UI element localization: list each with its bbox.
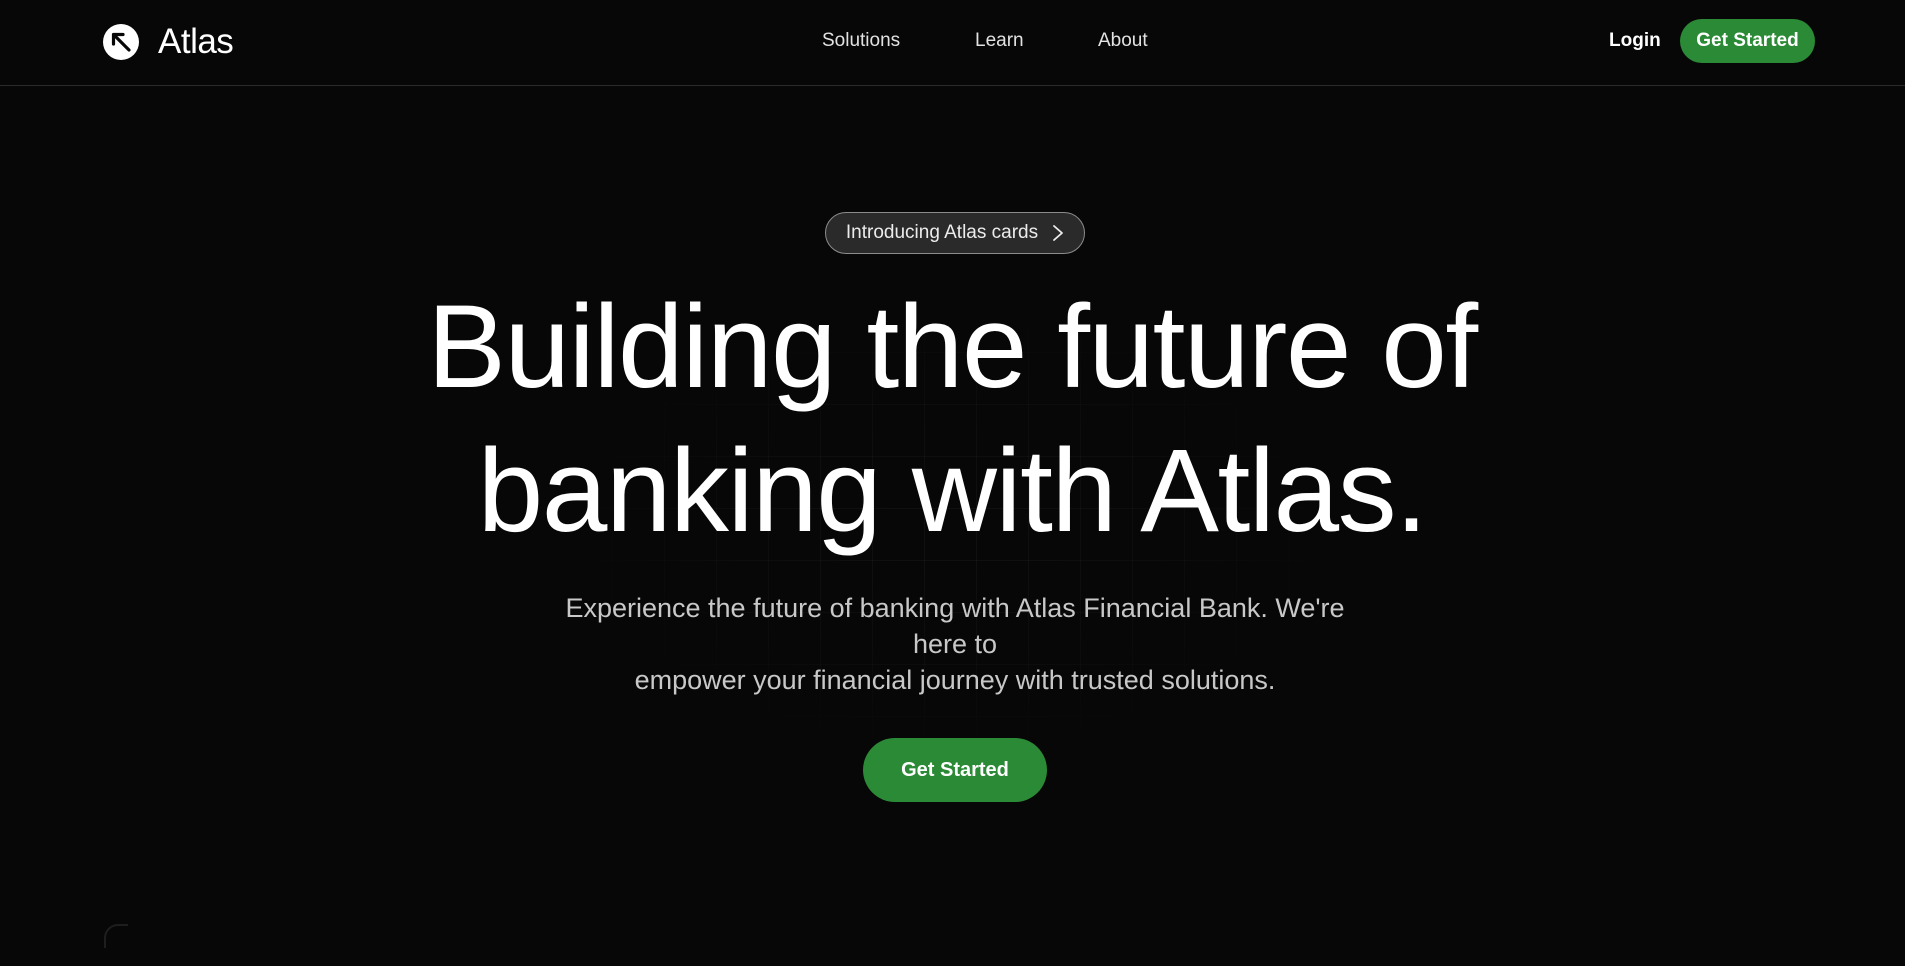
hero-subtitle-line-1: Experience the future of banking with At… xyxy=(565,593,1345,659)
hero-subtitle: Experience the future of banking with At… xyxy=(540,590,1370,698)
hero-get-started-button[interactable]: Get Started xyxy=(863,738,1047,802)
landing-page: Atlas Solutions Learn About Login Get St… xyxy=(0,0,1905,966)
announcement-label: Introducing Atlas cards xyxy=(845,222,1039,243)
hero-title-line-2: banking with Atlas. xyxy=(477,425,1428,557)
nav-item-about[interactable]: About xyxy=(1098,28,1148,54)
corner-decoration xyxy=(104,924,128,948)
login-link[interactable]: Login xyxy=(1609,28,1661,54)
chevron-right-icon xyxy=(1053,225,1064,241)
site-header: Atlas Solutions Learn About Login Get St… xyxy=(0,0,1905,86)
arrow-up-left-circle-icon xyxy=(103,24,139,60)
brand-name: Atlas xyxy=(158,22,234,61)
hero-title-line-1: Building the future of xyxy=(427,281,1478,413)
header-get-started-button[interactable]: Get Started xyxy=(1680,19,1815,63)
nav-item-learn[interactable]: Learn xyxy=(975,28,1024,54)
brand-home-link[interactable]: Atlas xyxy=(102,22,234,62)
hero-title: Building the future of banking with Atla… xyxy=(352,275,1552,563)
announcement-pill[interactable]: Introducing Atlas cards xyxy=(825,212,1085,254)
hero-subtitle-line-2: empower your financial journey with trus… xyxy=(634,665,1276,695)
nav-item-solutions[interactable]: Solutions xyxy=(822,28,900,54)
